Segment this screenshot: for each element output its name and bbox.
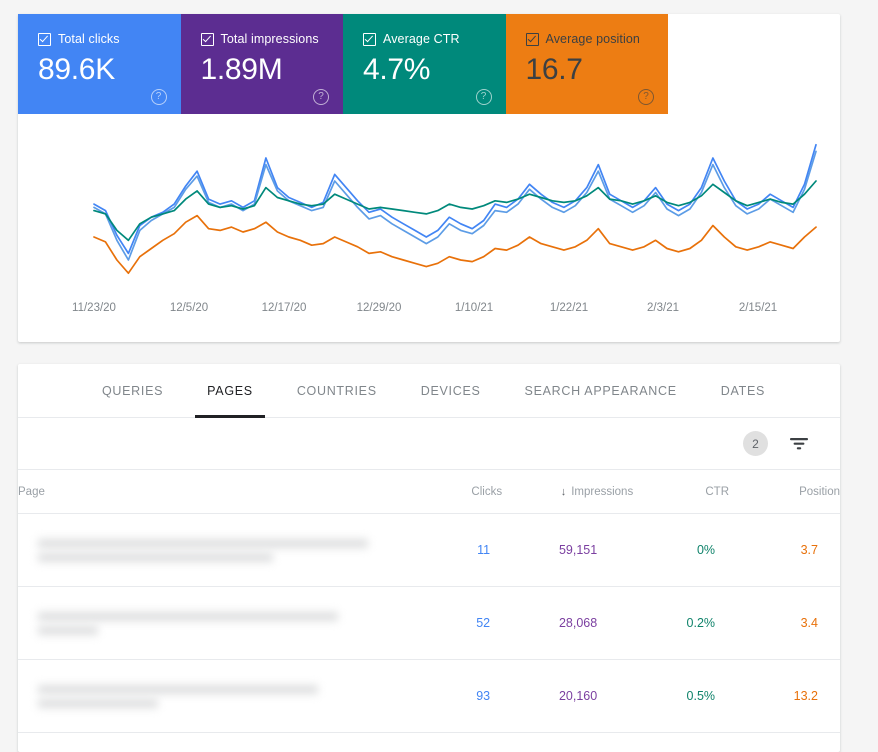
- tab-label: PAGES: [207, 384, 253, 398]
- cell-impressions: 18,490: [502, 733, 633, 752]
- cell-impressions: 20,160: [502, 660, 633, 733]
- chart-x-tick-label: 11/23/20: [72, 302, 116, 314]
- tab-label: SEARCH APPEARANCE: [525, 384, 677, 398]
- chart-line-total-clicks: [94, 145, 816, 254]
- metric-card-label: Average position: [546, 32, 641, 46]
- tab-search-appearance[interactable]: SEARCH APPEARANCE: [503, 364, 699, 418]
- filter-count-badge[interactable]: 2: [743, 431, 768, 456]
- cell-clicks: 11: [421, 514, 502, 587]
- cell-position: 10.6: [729, 733, 840, 752]
- redacted-text-line: [38, 612, 338, 621]
- cell-ctr: 0.3%: [633, 733, 729, 752]
- metric-card-value: 1.89M: [201, 53, 344, 87]
- checkbox-checked-icon[interactable]: [526, 33, 539, 46]
- tab-label: DEVICES: [421, 384, 481, 398]
- dimension-table-panel: QUERIES PAGES COUNTRIES DEVICES SEARCH APPEA…: [18, 364, 840, 752]
- chart-x-tick-label: 2/3/21: [647, 302, 679, 314]
- performance-table: Page Clicks ↓ Impressions CTR Position 11…: [18, 470, 840, 752]
- table-header-row: Page Clicks ↓ Impressions CTR Position: [18, 470, 840, 514]
- table-row[interactable]: 1159,1510%3.7: [18, 514, 840, 587]
- search-console-performance-page: Total clicks 89.6K? Total impressions 1.89M…: [0, 0, 878, 752]
- redacted-text-line: [38, 553, 273, 562]
- chart-x-tick-label: 12/17/20: [262, 302, 307, 314]
- filter-bar: 2: [18, 418, 840, 470]
- cell-position: 3.7: [729, 514, 840, 587]
- redacted-text-line: [38, 539, 368, 548]
- performance-panel: Total clicks 89.6K? Total impressions 1.89M…: [18, 14, 840, 342]
- performance-chart: 11/23/20 12/5/20 12/17/20 12/29/20 1/10/21 1/…: [18, 114, 840, 342]
- table-row[interactable]: 5228,0680.2%3.4: [18, 587, 840, 660]
- chart-x-tick-label: 2/15/21: [739, 302, 777, 314]
- checkbox-checked-icon[interactable]: [38, 33, 51, 46]
- chart-x-axis-labels: 11/23/20 12/5/20 12/17/20 12/29/20 1/10/21 1/…: [18, 302, 840, 322]
- help-icon[interactable]: ?: [476, 89, 492, 105]
- filter-icon[interactable]: [790, 436, 808, 452]
- metric-card-header: Average CTR: [363, 32, 506, 46]
- cell-position: 13.2: [729, 660, 840, 733]
- metric-card-header: Total clicks: [38, 32, 181, 46]
- metric-card-label: Total clicks: [58, 32, 120, 46]
- sort-descending-icon: ↓: [561, 486, 567, 498]
- cell-page-redacted[interactable]: [18, 514, 421, 587]
- metric-card-header: Total impressions: [201, 32, 344, 46]
- cell-position: 3.4: [729, 587, 840, 660]
- tab-pages[interactable]: PAGES: [185, 364, 275, 418]
- table-head: Page Clicks ↓ Impressions CTR Position: [18, 470, 840, 514]
- metric-card-total-impressions[interactable]: Total impressions 1.89M?: [181, 14, 344, 114]
- performance-chart-svg: [18, 114, 840, 314]
- checkbox-checked-icon[interactable]: [201, 33, 214, 46]
- tab-countries[interactable]: COUNTRIES: [275, 364, 399, 418]
- chart-x-tick-label: 1/22/21: [550, 302, 588, 314]
- cell-impressions: 59,151: [502, 514, 633, 587]
- table-row[interactable]: 9320,1600.5%13.2: [18, 660, 840, 733]
- cell-clicks: 93: [421, 660, 502, 733]
- tab-label: DATES: [721, 384, 765, 398]
- metric-card-average-position[interactable]: Average position 16.7?: [506, 14, 669, 114]
- metric-card-label: Average CTR: [383, 32, 460, 46]
- column-header-position[interactable]: Position: [729, 470, 840, 514]
- metric-card-value: 4.7%: [363, 53, 506, 87]
- tab-label: QUERIES: [102, 384, 163, 398]
- table-row[interactable]: 5318,4900.3%10.6: [18, 733, 840, 752]
- chart-line-average-position: [94, 216, 816, 274]
- column-header-ctr[interactable]: CTR: [633, 470, 729, 514]
- column-header-page[interactable]: Page: [18, 470, 421, 514]
- metric-card-total-clicks[interactable]: Total clicks 89.6K?: [18, 14, 181, 114]
- dimension-tabs: QUERIES PAGES COUNTRIES DEVICES SEARCH APPEA…: [18, 364, 840, 418]
- metric-card-average-ctr[interactable]: Average CTR 4.7%?: [343, 14, 506, 114]
- cell-ctr: 0.2%: [633, 587, 729, 660]
- cell-clicks: 52: [421, 587, 502, 660]
- tab-dates[interactable]: DATES: [699, 364, 787, 418]
- redacted-text-line: [38, 685, 318, 694]
- column-header-impressions[interactable]: ↓ Impressions: [502, 470, 633, 514]
- metric-cards-row: Total clicks 89.6K? Total impressions 1.89M…: [18, 14, 668, 114]
- cell-impressions: 28,068: [502, 587, 633, 660]
- column-header-impressions-label: Impressions: [571, 486, 633, 498]
- column-header-clicks[interactable]: Clicks: [421, 470, 502, 514]
- table-body: 1159,1510%3.75228,0680.2%3.49320,1600.5%…: [18, 514, 840, 752]
- cell-ctr: 0.5%: [633, 660, 729, 733]
- chart-x-tick-label: 1/10/21: [455, 302, 493, 314]
- cell-page-redacted[interactable]: [18, 587, 421, 660]
- cell-clicks: 53: [421, 733, 502, 752]
- cell-page-redacted[interactable]: [18, 660, 421, 733]
- metric-card-value: 89.6K: [38, 53, 181, 87]
- tab-label: COUNTRIES: [297, 384, 377, 398]
- cell-ctr: 0%: [633, 514, 729, 587]
- metric-card-header: Average position: [526, 32, 669, 46]
- metric-card-value: 16.7: [526, 53, 669, 87]
- help-icon[interactable]: ?: [151, 89, 167, 105]
- help-icon[interactable]: ?: [638, 89, 654, 105]
- help-icon[interactable]: ?: [313, 89, 329, 105]
- tab-queries[interactable]: QUERIES: [80, 364, 185, 418]
- checkbox-checked-icon[interactable]: [363, 33, 376, 46]
- redacted-text-line: [38, 699, 158, 708]
- metric-card-label: Total impressions: [221, 32, 319, 46]
- cell-page-redacted[interactable]: [18, 733, 421, 752]
- redacted-text-line: [38, 626, 98, 635]
- chart-x-tick-label: 12/5/20: [170, 302, 208, 314]
- chart-x-tick-label: 12/29/20: [357, 302, 402, 314]
- tab-devices[interactable]: DEVICES: [399, 364, 503, 418]
